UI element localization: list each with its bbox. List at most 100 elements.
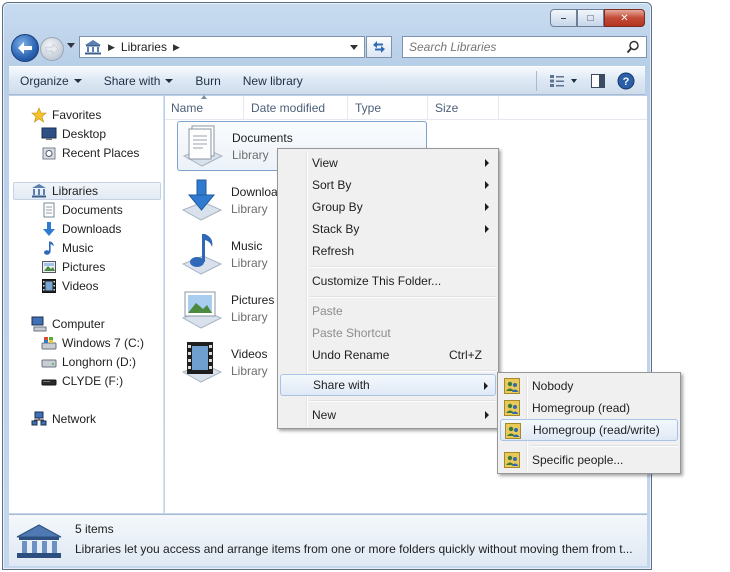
sidebar-item-downloads[interactable]: Downloads bbox=[41, 220, 121, 238]
back-button[interactable] bbox=[11, 34, 39, 62]
chevron-down-icon bbox=[165, 78, 174, 83]
list-item-text: Pictures Library bbox=[231, 293, 274, 324]
column-date-modified[interactable]: Date modified bbox=[245, 96, 348, 120]
search-input[interactable] bbox=[409, 40, 619, 54]
menu-item-label: Stack By bbox=[312, 222, 360, 236]
sidebar-favorites[interactable]: Favorites bbox=[31, 106, 101, 124]
sidebar-network[interactable]: Network bbox=[31, 410, 96, 428]
share-item-nobody[interactable]: Nobody bbox=[500, 375, 678, 397]
preview-pane-icon bbox=[591, 74, 605, 88]
music-library-icon bbox=[177, 230, 225, 278]
item-name: Videos bbox=[231, 346, 268, 361]
sidebar-item-drive-d[interactable]: Longhorn (D:) bbox=[41, 353, 136, 371]
removable-drive-icon bbox=[41, 379, 57, 386]
item-count: 5 items bbox=[75, 522, 114, 536]
sidebar-item-documents[interactable]: Documents bbox=[41, 201, 123, 219]
menu-item-undo-rename[interactable]: Undo Rename Ctrl+Z bbox=[280, 344, 496, 366]
recent-pages-dropdown[interactable] bbox=[67, 43, 75, 48]
sidebar-item-desktop[interactable]: Desktop bbox=[41, 125, 106, 143]
minimize-button[interactable]: – bbox=[550, 9, 577, 27]
sidebar-item-label: Videos bbox=[62, 279, 99, 293]
column-name[interactable]: Name bbox=[165, 95, 244, 120]
menu-item-label: Customize This Folder... bbox=[312, 274, 442, 288]
menu-separator bbox=[310, 296, 496, 298]
menu-item-customize-folder[interactable]: Customize This Folder... bbox=[280, 270, 496, 292]
column-date-label: Date modified bbox=[251, 101, 326, 115]
menu-item-group-by[interactable]: Group By bbox=[280, 196, 496, 218]
sidebar-libraries[interactable]: Libraries bbox=[13, 182, 161, 200]
list-item-text: Music Library bbox=[231, 239, 268, 270]
pictures-library-icon bbox=[177, 284, 225, 332]
sidebar-item-recent-places[interactable]: Recent Places bbox=[41, 144, 139, 162]
menu-item-label: Sort By bbox=[312, 178, 352, 192]
sidebar-item-videos[interactable]: Videos bbox=[41, 277, 98, 295]
menu-item-label: Homegroup (read) bbox=[532, 401, 631, 415]
breadcrumb-libraries[interactable]: Libraries bbox=[121, 40, 167, 54]
refresh-button[interactable] bbox=[366, 36, 392, 58]
users-icon bbox=[504, 452, 520, 468]
menu-item-refresh[interactable]: Refresh bbox=[280, 240, 496, 262]
burn-button[interactable]: Burn bbox=[184, 67, 231, 94]
share-item-specific-people[interactable]: Specific people... bbox=[500, 449, 678, 471]
menu-item-label: Paste bbox=[312, 304, 343, 318]
toolbar-divider bbox=[536, 71, 537, 91]
menu-item-label: Paste Shortcut bbox=[312, 326, 391, 340]
item-type: Library bbox=[231, 255, 268, 270]
menu-item-label: Group By bbox=[312, 200, 363, 214]
documents-icon bbox=[43, 202, 55, 218]
sidebar-computer[interactable]: Computer bbox=[31, 315, 105, 333]
music-icon bbox=[44, 241, 54, 255]
libraries-icon bbox=[85, 40, 101, 55]
recent-places-icon bbox=[42, 147, 56, 160]
users-icon bbox=[504, 378, 520, 394]
column-size[interactable]: Size bbox=[429, 96, 499, 120]
change-view-button[interactable] bbox=[547, 71, 581, 91]
address-dropdown-icon[interactable] bbox=[350, 45, 358, 50]
share-item-homegroup-read[interactable]: Homegroup (read) bbox=[500, 397, 678, 419]
sidebar-item-label: Recent Places bbox=[62, 146, 140, 160]
videos-icon bbox=[42, 279, 56, 293]
videos-library-icon bbox=[177, 338, 225, 386]
column-headers: Name Date modified Type Size bbox=[165, 95, 647, 120]
share-with-button[interactable]: Share with bbox=[93, 67, 185, 94]
item-name: Pictures bbox=[231, 292, 275, 307]
documents-library-icon bbox=[178, 122, 226, 170]
menu-separator bbox=[310, 266, 496, 268]
forward-button[interactable] bbox=[40, 37, 64, 61]
pictures-icon bbox=[42, 261, 56, 273]
network-icon bbox=[31, 411, 47, 426]
preview-pane-button[interactable] bbox=[587, 71, 609, 91]
menu-item-view[interactable]: View bbox=[280, 152, 496, 174]
svg-text:?: ? bbox=[623, 76, 630, 88]
maximize-button[interactable]: □ bbox=[577, 9, 604, 27]
submenu-arrow-icon bbox=[485, 203, 489, 211]
new-library-button[interactable]: New library bbox=[232, 67, 314, 94]
sidebar-item-drive-c[interactable]: Windows 7 (C:) bbox=[41, 334, 144, 352]
close-button[interactable]: ✕ bbox=[604, 9, 645, 27]
menu-item-share-with[interactable]: Share with bbox=[280, 374, 496, 396]
menu-item-new[interactable]: New bbox=[280, 404, 496, 426]
arrow-right-icon bbox=[45, 43, 59, 55]
item-name: Documents bbox=[232, 130, 293, 145]
navigation-pane: Favorites Desktop Recent Places Librarie… bbox=[9, 96, 164, 513]
breadcrumb-separator-icon[interactable]: ▶ bbox=[108, 42, 115, 53]
burn-label: Burn bbox=[195, 73, 221, 88]
organize-button[interactable]: Organize bbox=[9, 67, 93, 94]
share-with-label: Share with bbox=[103, 73, 161, 88]
submenu-arrow-icon bbox=[484, 382, 488, 390]
menu-item-stack-by[interactable]: Stack By bbox=[280, 218, 496, 240]
sidebar-item-music[interactable]: Music bbox=[41, 239, 93, 257]
search-icon[interactable] bbox=[626, 40, 640, 54]
column-type[interactable]: Type bbox=[349, 96, 428, 120]
breadcrumb-separator-icon[interactable]: ▶ bbox=[173, 42, 180, 53]
menu-item-label: New bbox=[312, 408, 337, 422]
menu-item-sort-by[interactable]: Sort By bbox=[280, 174, 496, 196]
address-bar[interactable]: ▶ Libraries ▶ bbox=[79, 36, 365, 58]
details-pane: 5 items Libraries let you access and arr… bbox=[9, 514, 647, 566]
search-box[interactable] bbox=[402, 36, 647, 58]
sidebar-item-pictures[interactable]: Pictures bbox=[41, 258, 105, 276]
sidebar-item-drive-f[interactable]: CLYDE (F:) bbox=[41, 372, 123, 390]
help-button[interactable]: ? bbox=[615, 71, 637, 91]
organize-label: Organize bbox=[20, 73, 69, 88]
share-item-homegroup-readwrite[interactable]: Homegroup (read/write) bbox=[500, 419, 678, 441]
